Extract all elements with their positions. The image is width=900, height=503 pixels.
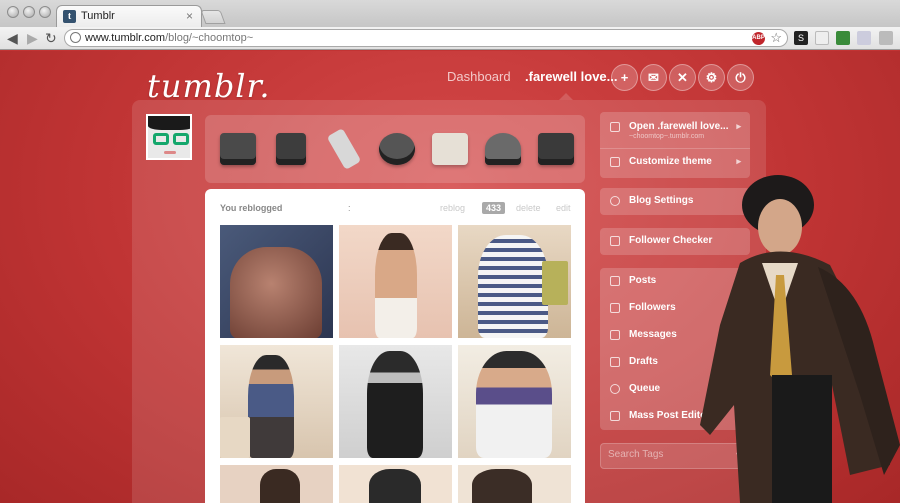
new-post-icon[interactable]: + bbox=[611, 64, 638, 91]
blog-menu-box: Open .farewell love... ~choomtop~.tumblr… bbox=[600, 112, 750, 178]
photo-thumbnail[interactable] bbox=[458, 465, 571, 503]
grid-icon bbox=[610, 411, 620, 421]
customize-theme-link[interactable]: Customize theme ▸ bbox=[600, 149, 750, 176]
tab-close-icon[interactable]: × bbox=[186, 9, 193, 23]
settings-gear-icon[interactable]: ⚙ bbox=[698, 64, 725, 91]
extension-translate-icon[interactable] bbox=[836, 31, 850, 45]
post-text-typewriter-icon[interactable]: Text bbox=[212, 123, 264, 175]
blog-url-text: ~choomtop~.tumblr.com bbox=[629, 133, 705, 140]
notes-count-badge[interactable]: 433 bbox=[482, 202, 506, 214]
extension-puzzle-icon[interactable] bbox=[857, 31, 871, 45]
blog-avatar[interactable] bbox=[146, 114, 192, 160]
bookmark-star-icon[interactable]: ☆ bbox=[770, 30, 782, 46]
photo-thumbnail[interactable] bbox=[339, 345, 452, 458]
tumblr-page: tumblr. Dashboard .farewell love... + ✉ … bbox=[0, 51, 900, 503]
envelope-icon bbox=[610, 330, 620, 340]
post-chat-paper-icon[interactable]: Chat bbox=[424, 123, 476, 175]
back-arrow-icon[interactable]: ◀ bbox=[7, 30, 18, 46]
chevron-right-icon: ▸ bbox=[736, 156, 741, 166]
minimize-window-button[interactable] bbox=[23, 6, 35, 18]
photo-thumbnail[interactable] bbox=[339, 225, 452, 338]
photo-thumbnail[interactable] bbox=[220, 465, 333, 503]
logout-power-icon[interactable]: ⏻ bbox=[727, 64, 754, 91]
nav-active-pointer bbox=[559, 93, 573, 100]
photo-thumbnail[interactable] bbox=[220, 225, 333, 338]
theme-background-person-image bbox=[700, 175, 900, 503]
inbox-icon[interactable]: ✉ bbox=[640, 64, 667, 91]
post-quote-feather-icon[interactable]: Quote bbox=[318, 123, 370, 175]
gear-icon bbox=[610, 196, 620, 206]
new-tab-button[interactable] bbox=[200, 10, 226, 24]
draft-document-icon bbox=[610, 357, 620, 367]
close-window-button[interactable] bbox=[7, 6, 19, 18]
url-text: www.tumblr.com/blog/~choomtop~ bbox=[85, 32, 254, 44]
extension-s-icon[interactable]: S bbox=[794, 31, 808, 45]
browser-tabbar: t Tumblr × bbox=[0, 0, 900, 27]
post-audio-gramophone-icon[interactable]: Audio bbox=[477, 123, 529, 175]
reblogged-label: You reblogged bbox=[220, 203, 283, 213]
browser-tab-tumblr[interactable]: t Tumblr × bbox=[56, 5, 202, 27]
delete-link[interactable]: delete bbox=[516, 203, 541, 213]
photo-thumbnail[interactable] bbox=[458, 225, 571, 338]
edit-link[interactable]: edit bbox=[556, 203, 571, 213]
browser-toolbar: ◀ ▶ ↻ www.tumblr.com/blog/~choomtop~ ABP… bbox=[0, 27, 900, 50]
open-blog-link[interactable]: Open .farewell love... ~choomtop~.tumblr… bbox=[600, 114, 750, 148]
post-link-reel-icon[interactable]: Link bbox=[371, 123, 423, 175]
post-photo-camera-icon[interactable]: Photo bbox=[265, 123, 317, 175]
tab-title: Tumblr bbox=[81, 10, 115, 22]
post-video-camera-icon[interactable]: Video bbox=[530, 123, 582, 175]
photo-thumbnail[interactable] bbox=[458, 345, 571, 458]
tumblr-favicon-icon: t bbox=[63, 10, 76, 23]
document-icon bbox=[610, 276, 620, 286]
post-type-bar: Text Photo Quote Link Chat Audio Video bbox=[205, 115, 585, 183]
forward-arrow-icon[interactable]: ▶ bbox=[27, 30, 38, 46]
nav-dashboard-link[interactable]: Dashboard bbox=[447, 69, 511, 84]
wrench-icon bbox=[610, 157, 620, 167]
clock-icon bbox=[610, 384, 620, 394]
chevron-right-icon: ▸ bbox=[736, 121, 741, 131]
reblog-post-card: You reblogged : reblog 433 delete edit bbox=[205, 189, 585, 503]
photo-thumbnail[interactable] bbox=[220, 345, 333, 458]
address-bar[interactable]: www.tumblr.com/blog/~choomtop~ ABP ☆ bbox=[64, 29, 788, 47]
followers-chart-icon bbox=[610, 303, 620, 313]
zoom-window-button[interactable] bbox=[39, 6, 51, 18]
reload-icon[interactable]: ↻ bbox=[45, 30, 57, 46]
post-header: You reblogged : reblog 433 delete edit bbox=[220, 202, 571, 214]
external-link-icon bbox=[610, 122, 620, 132]
adblock-icon[interactable]: ABP bbox=[752, 32, 765, 45]
nav-blog-link[interactable]: .farewell love... bbox=[525, 69, 618, 84]
post-type-shape bbox=[220, 133, 256, 165]
globe-icon bbox=[70, 32, 81, 43]
chart-icon bbox=[610, 236, 620, 246]
extension-info-icon[interactable] bbox=[815, 31, 829, 45]
reblog-link[interactable]: reblog bbox=[440, 203, 465, 213]
wrench-icon[interactable] bbox=[879, 31, 893, 45]
activity-icon[interactable]: ✕ bbox=[669, 64, 696, 91]
photo-thumbnail[interactable] bbox=[339, 465, 452, 503]
